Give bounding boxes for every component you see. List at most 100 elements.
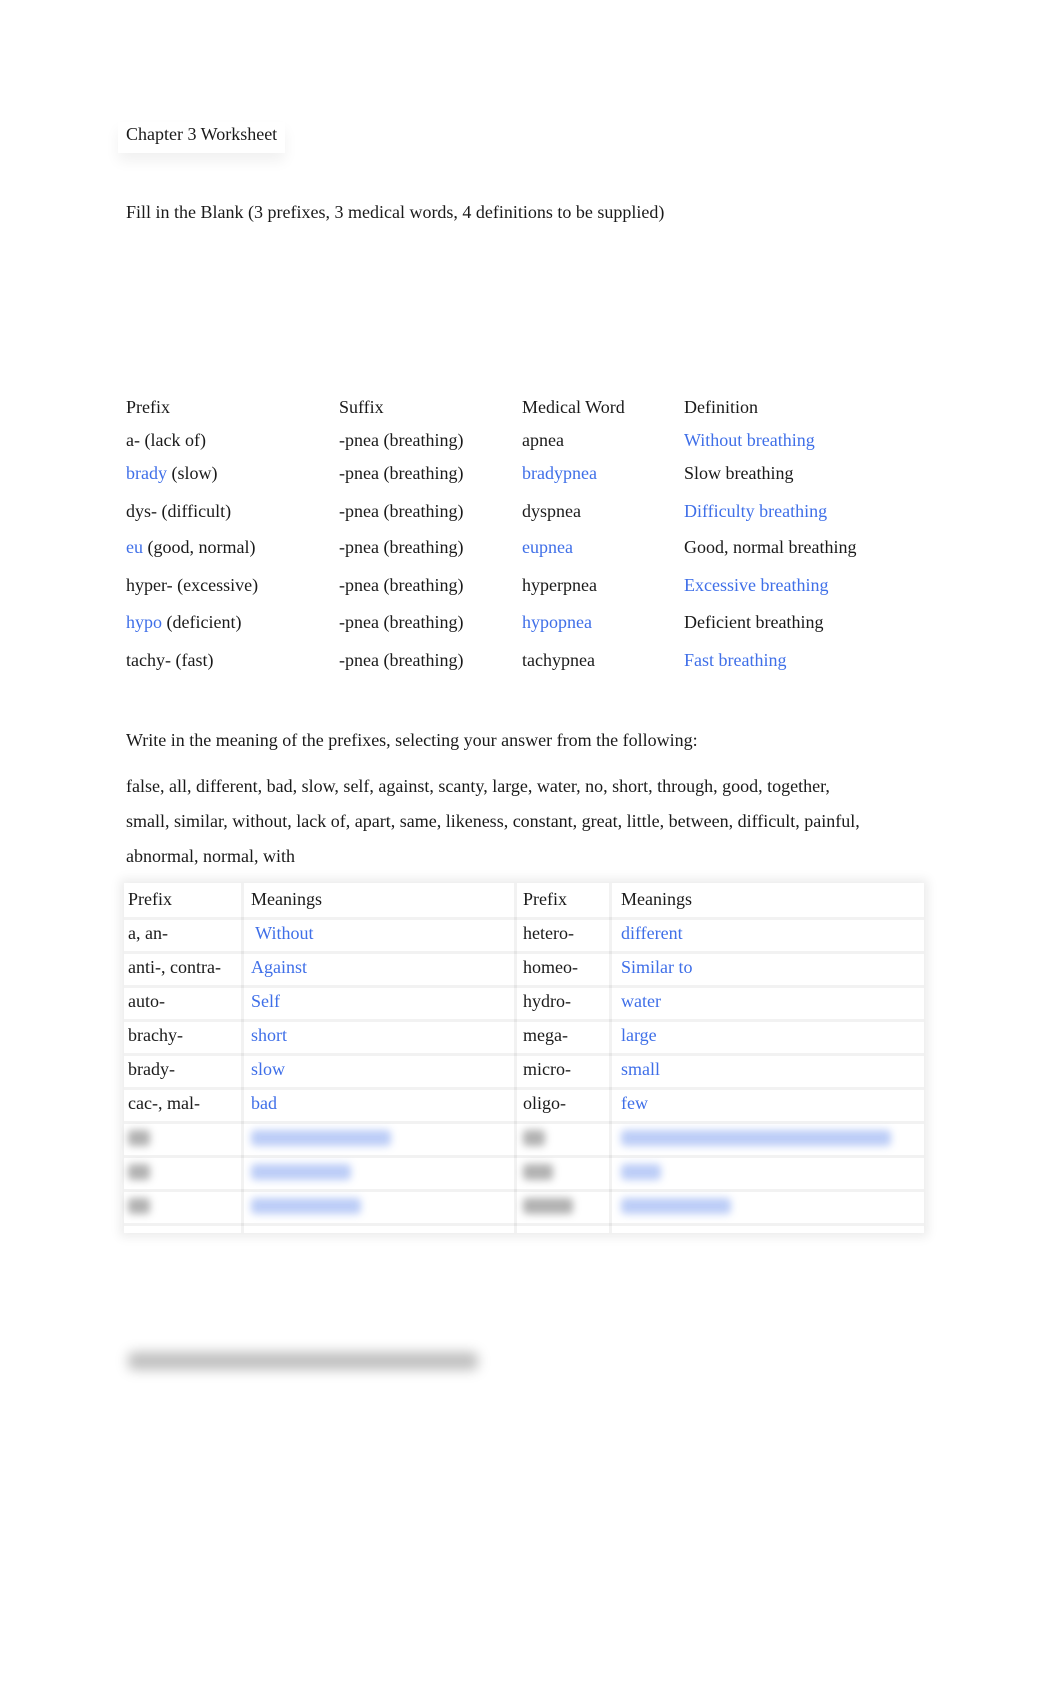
obscured-cell (621, 1198, 731, 1214)
prefix-cell: brady (slow) (126, 463, 217, 484)
medical-word-cell: hyperpnea (522, 575, 597, 595)
obscured-cell (523, 1164, 553, 1180)
header-prefix: Prefix (126, 397, 170, 417)
word-bank-line: false, all, different, bad, slow, self, … (126, 776, 830, 796)
suffix-cell: -pnea (breathing) (339, 501, 464, 521)
obscured-cell (621, 1164, 661, 1180)
obscured-cell (621, 1130, 891, 1146)
table-row: auto- Self hydro-water (124, 985, 924, 1022)
prefix-answer: eu (126, 537, 143, 557)
prefix-cell: micro- (523, 1059, 571, 1079)
header-suffix: Suffix (339, 397, 384, 417)
meaning-cell: bad (251, 1093, 277, 1113)
prefix-text: tachy- (fast) (126, 650, 214, 670)
meaning-instructions: Write in the meaning of the prefixes, se… (126, 730, 698, 750)
meaning-cell: short (251, 1025, 287, 1045)
medical-word-cell: tachypnea (522, 650, 595, 670)
meaning-cell: Against (251, 957, 307, 977)
definition-cell: Good, normal breathing (684, 537, 857, 557)
prefix-cell: homeo- (523, 957, 578, 977)
header-prefix: Prefix (523, 889, 567, 909)
meaning-cell: large (621, 1025, 657, 1045)
suffix-cell: -pnea (breathing) (339, 650, 464, 670)
obscured-cell (523, 1130, 545, 1146)
table-header-row: Prefix Meanings Prefix Meanings (124, 883, 924, 920)
prefix-text: (deficient) (162, 612, 242, 632)
word-bank-line: small, similar, without, lack of, apart,… (126, 811, 860, 831)
definition-cell: Fast breathing (684, 650, 787, 670)
prefix-cell: hyper- (excessive) (126, 575, 258, 596)
prefix-cell: eu (good, normal) (126, 537, 255, 558)
prefix-meaning-table: Prefix Meanings Prefix Meanings a, an- W… (124, 883, 924, 1233)
obscured-instruction-text (128, 1352, 478, 1370)
obscured-cell (251, 1130, 391, 1146)
suffix-cell: -pnea (breathing) (339, 463, 464, 483)
prefix-cell: brachy- (128, 1025, 183, 1045)
definition-cell: Without breathing (684, 430, 815, 450)
document-title: Chapter 3 Worksheet (126, 124, 278, 144)
prefix-cell: anti-, contra- (128, 957, 221, 977)
header-medical-word: Medical Word (522, 397, 625, 417)
suffix-cell: -pnea (breathing) (339, 537, 464, 557)
obscured-table-row (124, 1121, 924, 1158)
prefix-cell: hypo (deficient) (126, 612, 241, 633)
meaning-cell: few (621, 1093, 648, 1113)
prefix-text: a- (lack of) (126, 430, 206, 450)
prefix-cell: dys- (difficult) (126, 501, 231, 522)
obscured-cell (128, 1130, 150, 1146)
meaning-cell: water (621, 991, 661, 1011)
prefix-cell: a, an- (128, 923, 168, 943)
header-definition: Definition (684, 397, 758, 417)
prefix-text: hyper- (excessive) (126, 575, 259, 595)
meaning-cell: slow (251, 1059, 286, 1079)
medical-word-cell: hypopnea (522, 612, 592, 632)
header-prefix: Prefix (128, 889, 172, 909)
prefix-answer: hypo (126, 612, 162, 632)
table-row: brady-slow micro-small (124, 1053, 924, 1090)
definition-cell: Slow breathing (684, 463, 794, 483)
prefix-cell: a- (lack of) (126, 430, 206, 451)
prefix-text: (slow) (166, 463, 218, 483)
obscured-cell (251, 1198, 361, 1214)
prefix-cell: tachy- (fast) (126, 650, 213, 671)
definition-cell: Deficient breathing (684, 612, 824, 632)
prefix-cell: hetero- (523, 923, 574, 943)
obscured-table-row (124, 1155, 924, 1192)
document-title-box: Chapter 3 Worksheet (118, 122, 286, 153)
prefix-cell: hydro- (523, 991, 571, 1011)
meaning-cell: different (621, 923, 683, 943)
table-row: anti-, contra- Against homeo- Similar to (124, 951, 924, 988)
header-meanings: Meanings (621, 889, 692, 909)
prefix-cell: cac-, mal- (128, 1093, 200, 1113)
fill-in-instructions: Fill in the Blank (3 prefixes, 3 medical… (126, 202, 665, 222)
prefix-text: dys- (difficult) (126, 501, 232, 521)
suffix-cell: -pnea (breathing) (339, 575, 464, 595)
obscured-cell (128, 1164, 150, 1180)
table-row: a, an- Without hetero-different (124, 917, 924, 954)
prefix-cell: brady- (128, 1059, 175, 1079)
obscured-cell (128, 1198, 150, 1214)
meaning-cell: small (621, 1059, 660, 1079)
definition-cell: Difficulty breathing (684, 501, 828, 521)
medical-word-cell: bradypnea (522, 463, 597, 483)
meaning-cell: Self (251, 991, 280, 1011)
meaning-cell: Similar to (621, 957, 693, 977)
meaning-cell: Without (251, 923, 314, 943)
prefix-answer: brady (126, 463, 167, 483)
suffix-cell: -pnea (breathing) (339, 430, 464, 450)
definition-cell: Excessive breathing (684, 575, 829, 595)
medical-word-cell: eupnea (522, 537, 573, 557)
word-bank-line: abnormal, normal, with (126, 846, 295, 866)
prefix-cell: mega- (523, 1025, 568, 1045)
medical-word-cell: dyspnea (522, 501, 581, 521)
obscured-table-row (124, 1189, 924, 1226)
suffix-cell: -pnea (breathing) (339, 612, 464, 632)
prefix-cell: auto- (128, 991, 165, 1011)
prefix-text: (good, normal) (143, 537, 256, 557)
medical-word-cell: apnea (522, 430, 564, 450)
table-row: brachy-short mega-large (124, 1019, 924, 1056)
obscured-cell (523, 1198, 573, 1214)
header-meanings: Meanings (251, 889, 322, 909)
obscured-cell (251, 1164, 351, 1180)
table-row: cac-, mal-bad oligo-few (124, 1087, 924, 1124)
